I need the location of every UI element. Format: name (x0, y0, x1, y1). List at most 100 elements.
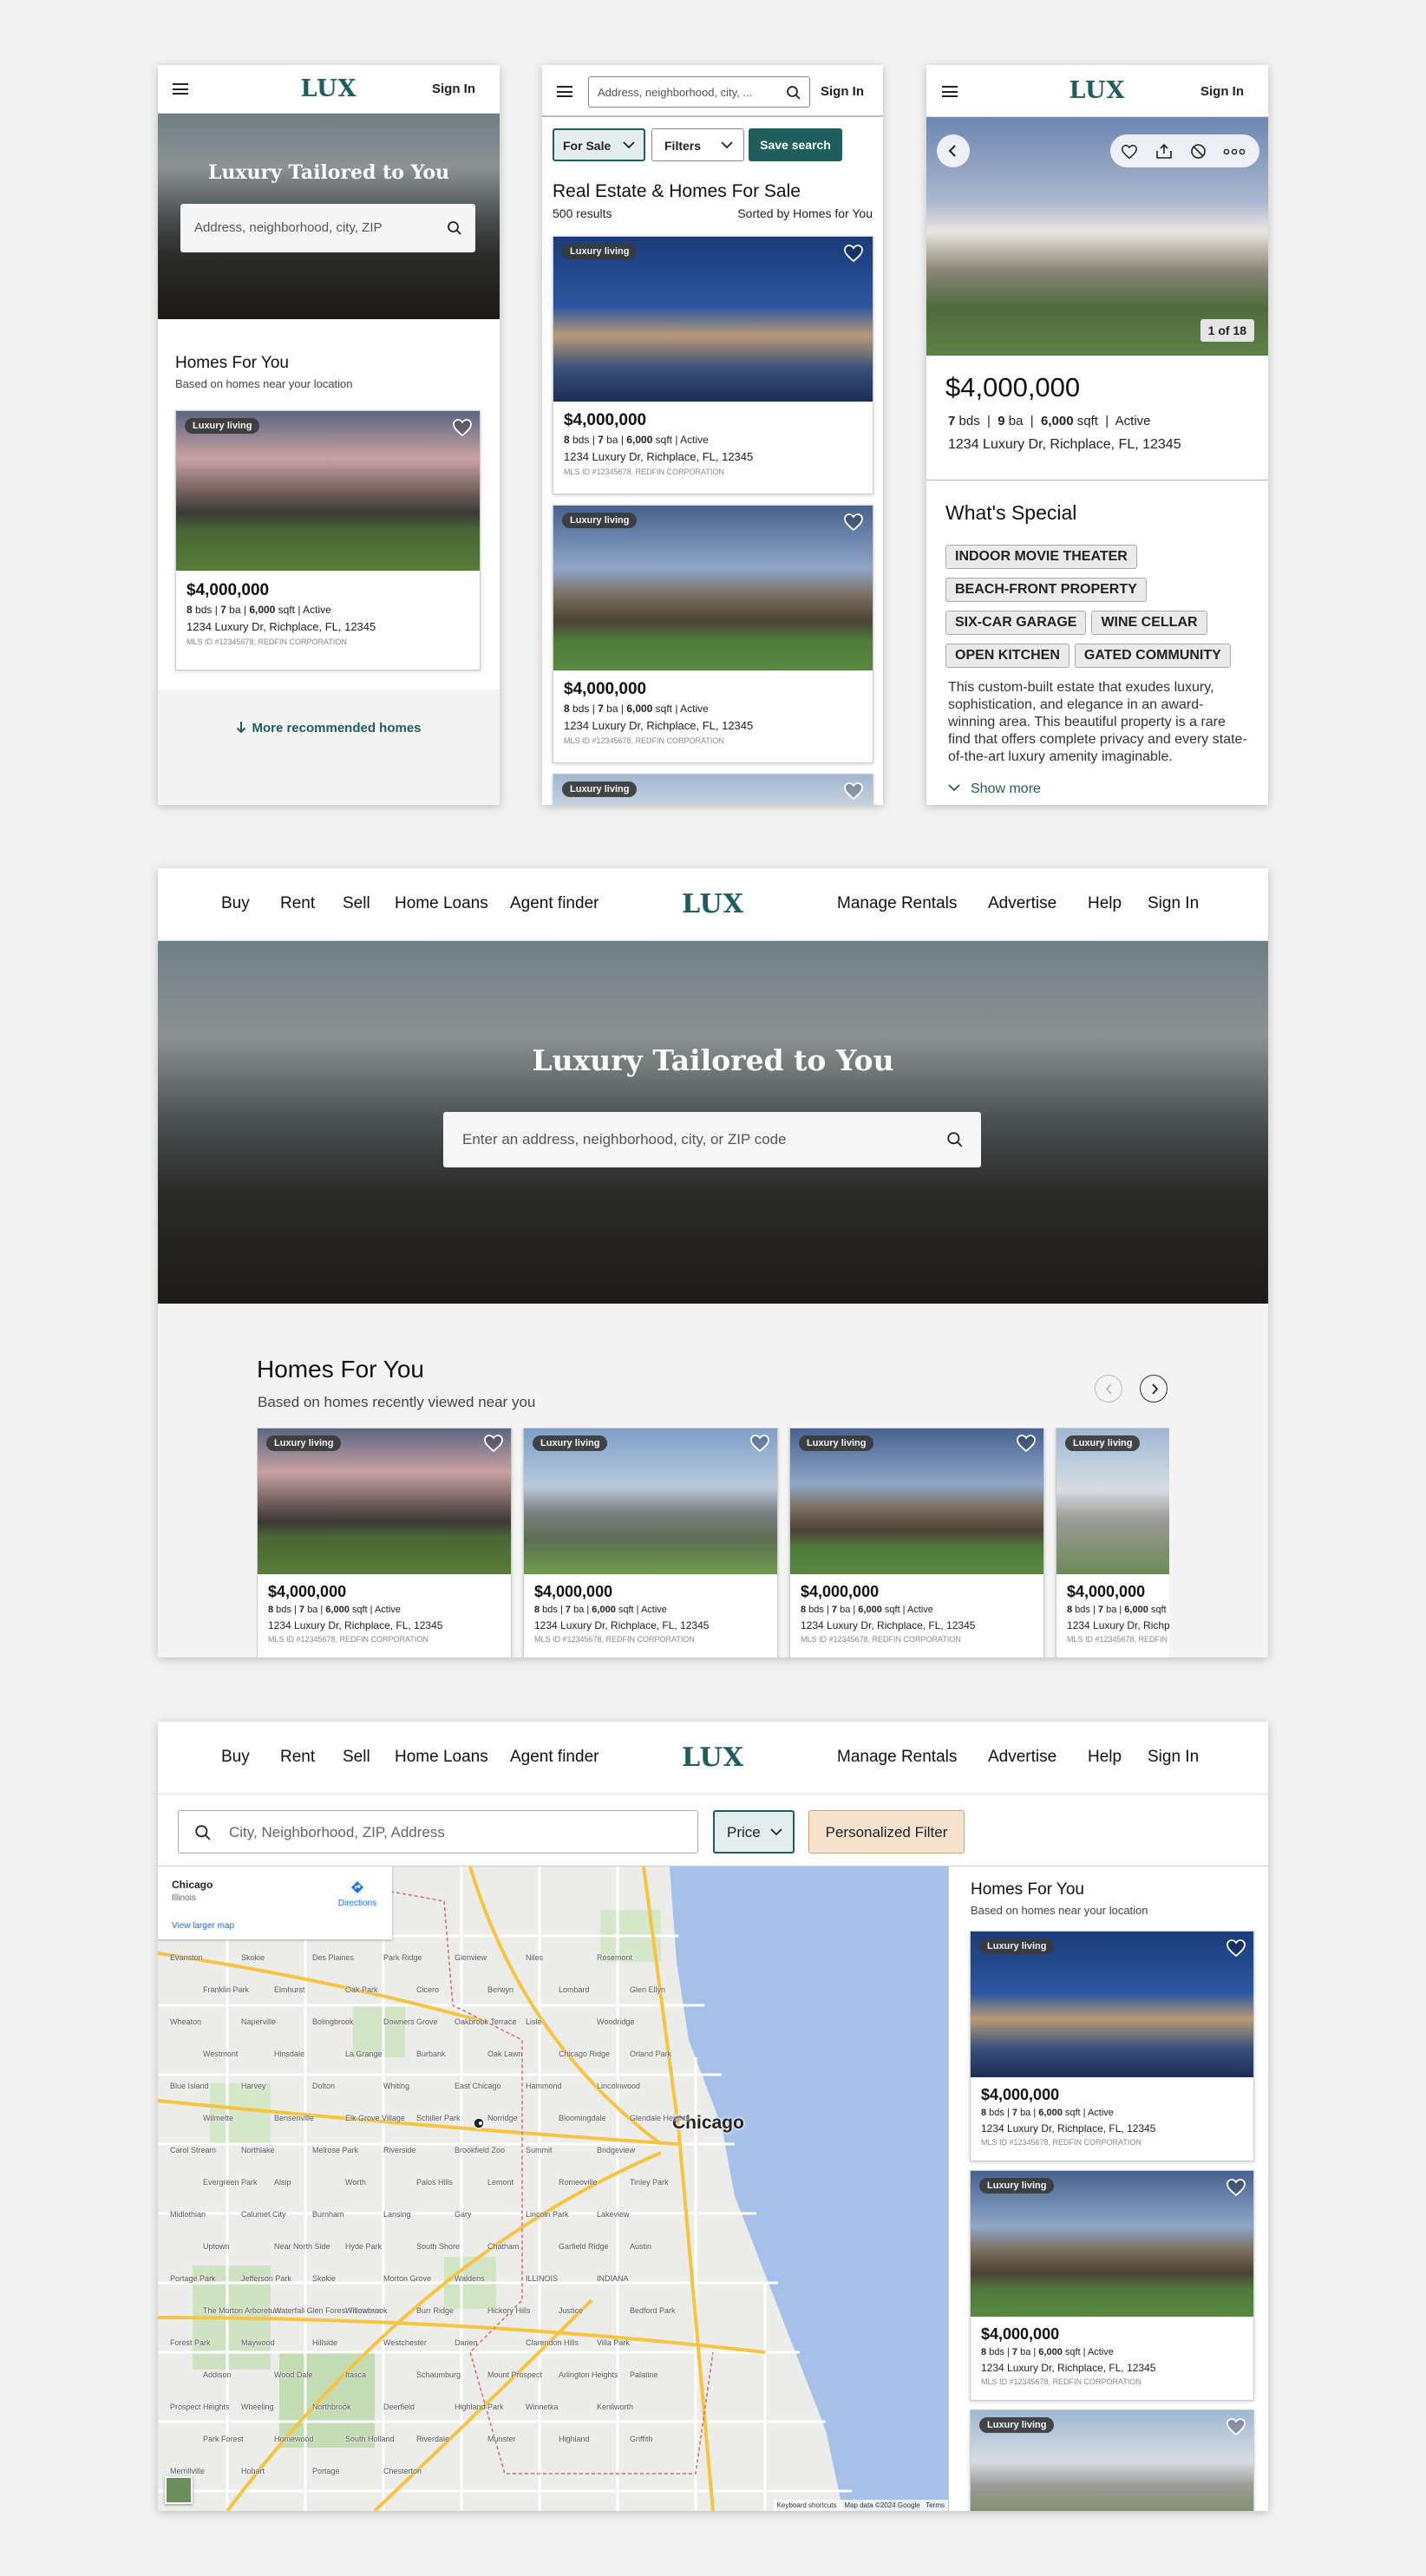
favorite-heart-icon[interactable] (1226, 2178, 1246, 2197)
search-icon[interactable] (194, 1824, 212, 1841)
favorite-heart-icon[interactable] (452, 418, 473, 437)
listing-specs: 8 bds | 7 ba | 6,000 sqft | Active (534, 1605, 667, 1615)
map-place-label: Blue Island (170, 2082, 209, 2090)
for-sale-dropdown[interactable]: For Sale (553, 128, 645, 161)
nav-sign-in[interactable]: Sign In (1148, 894, 1199, 913)
listing-card[interactable]: Luxury living $4,000,000 8 bds | 7 ba | … (553, 505, 873, 763)
nav-advertise[interactable]: Advertise (988, 894, 1056, 913)
mobile-search-header: Address, neighborhood, city, ... Sign In (542, 65, 883, 117)
filters-dropdown[interactable]: Filters (651, 128, 744, 161)
favorite-heart-icon[interactable] (843, 513, 864, 532)
gallery-photo[interactable]: 1 of 18 (926, 117, 1268, 356)
map-place-label: Brookfield Zoo (455, 2146, 506, 2154)
map-place-label: Highland (559, 2435, 590, 2443)
directions-button[interactable]: Directions (337, 1880, 378, 1908)
listing-address: 1234 Luxury Dr, Richplace, FL, 12345 (1067, 1619, 1169, 1631)
hero-search-box[interactable]: Enter an address, neighborhood, city, or… (443, 1112, 981, 1167)
detail-address: 1234 Luxury Dr, Richplace, FL, 12345 (948, 437, 1181, 452)
map-place-label: Lincolnwood (597, 2082, 641, 2090)
map-place-label: Melrose Park (312, 2146, 359, 2154)
hide-icon[interactable] (1190, 143, 1207, 160)
hero-search-box[interactable]: Address, neighborhood, city, ZIP (180, 204, 475, 252)
satellite-toggle[interactable] (165, 2476, 193, 2504)
search-input[interactable]: Enter an address, neighborhood, city, or… (462, 1131, 787, 1148)
listing-address: 1234 Luxury Dr, Richplace, FL, 12345 (981, 2362, 1156, 2374)
map-place-label: Merrillville (170, 2467, 205, 2475)
nav-help[interactable]: Help (1088, 1748, 1122, 1767)
search-input[interactable]: Address, neighborhood, city, ... (598, 86, 752, 99)
map-place-label: Niles (526, 1953, 544, 1962)
map-canvas[interactable] (158, 1867, 948, 2511)
listing-specs: 8 bds | 7 ba | 6,000 sqft | Active (981, 2347, 1114, 2357)
search-input[interactable]: Address, neighborhood, city, ZIP (194, 220, 383, 235)
listing-photo[interactable]: Luxury living (176, 411, 480, 571)
listing-card[interactable]: Luxury living (553, 774, 873, 805)
listing-photo[interactable]: Luxury living (524, 1429, 777, 1574)
save-search-button[interactable]: Save search (749, 128, 842, 161)
listing-photo[interactable]: Luxury living (1056, 1429, 1169, 1574)
nav-manage-rentals[interactable]: Manage Rentals (837, 894, 957, 913)
search-icon[interactable] (946, 1131, 964, 1148)
map-place-label: Mount Prospect (487, 2370, 543, 2379)
sign-in-link[interactable]: Sign In (432, 82, 475, 96)
listing-photo[interactable]: Luxury living (790, 1429, 1043, 1574)
map-place-label: Winnetka (526, 2403, 559, 2411)
carousel-next-button[interactable] (1140, 1375, 1168, 1402)
price-dropdown[interactable]: Price (713, 1810, 795, 1854)
listing-photo[interactable]: Luxury living (971, 1932, 1253, 2077)
sign-in-link[interactable]: Sign In (1200, 84, 1244, 99)
listing-photo[interactable]: Luxury living (553, 506, 873, 670)
favorite-heart-icon[interactable] (483, 1434, 504, 1453)
listing-card[interactable]: Luxury living $4,000,000 8 bds | 7 ba | … (970, 1931, 1254, 2161)
map-search-box[interactable]: City, Neighborhood, ZIP, Address (178, 1810, 698, 1854)
nav-help[interactable]: Help (1088, 894, 1122, 913)
listing-card[interactable]: Luxury living $4,000,000 8 bds | 7 ba | 6,… (523, 1428, 778, 1657)
map-place-label: Berwyn (487, 1985, 514, 1994)
listing-card[interactable]: Luxury living $4,000,000 8 bds | 7 ba | 6,… (257, 1428, 512, 1657)
more-icon[interactable] (1223, 148, 1246, 155)
search-icon[interactable] (447, 220, 462, 236)
favorite-heart-icon[interactable] (1016, 1434, 1037, 1453)
listing-photo[interactable]: Luxury living (258, 1429, 511, 1574)
listing-card[interactable]: Luxury living $4,000,000 8 bds | 7 ba | … (175, 410, 481, 670)
map-view[interactable]: Chicago Illinois View larger map Directi… (158, 1867, 948, 2511)
more-homes-link[interactable]: More recommended homes (158, 721, 500, 736)
listing-photo[interactable]: Luxury living (971, 2171, 1253, 2317)
keyboard-shortcuts-link[interactable]: Keyboard shortcuts (777, 2501, 837, 2509)
luxury-tag: Luxury living (1065, 1435, 1141, 1451)
favorite-heart-icon[interactable] (1226, 2417, 1246, 2436)
heart-icon[interactable] (1121, 144, 1138, 160)
map-place-label: Arlington Heights (559, 2370, 618, 2379)
map-place-label: Bridgeview (597, 2146, 636, 2154)
search-box[interactable]: Address, neighborhood, city, ... (588, 76, 810, 108)
favorite-heart-icon[interactable] (843, 244, 864, 263)
show-more-link[interactable]: Show more (948, 781, 1041, 797)
favorite-heart-icon[interactable] (843, 781, 864, 801)
listing-photo[interactable]: Luxury living (553, 775, 873, 805)
detail-specs: 7 bds | 9 ba | 6,000 sqft | Active (948, 414, 1151, 428)
back-button[interactable] (937, 134, 970, 167)
sign-in-link[interactable]: Sign In (821, 84, 864, 99)
nav-advertise[interactable]: Advertise (988, 1748, 1056, 1767)
listing-photo[interactable]: Luxury living (971, 2410, 1253, 2511)
terms-link[interactable]: Terms (926, 2501, 945, 2509)
nav-sign-in[interactable]: Sign In (1148, 1748, 1199, 1767)
listing-card[interactable]: Luxury living $4,000,000 8 bds | 7 ba | 6,… (1056, 1428, 1169, 1657)
listing-photo[interactable]: Luxury living (553, 237, 873, 402)
listing-card[interactable]: Luxury living $4,000,000 8 bds | 7 ba | 6,… (789, 1428, 1044, 1657)
menu-icon[interactable] (557, 86, 572, 97)
view-larger-map-link[interactable]: View larger map (172, 1921, 234, 1931)
favorite-heart-icon[interactable] (749, 1434, 770, 1453)
personalized-filter-button[interactable]: Personalized Filter (808, 1810, 965, 1854)
search-input[interactable]: City, Neighborhood, ZIP, Address (229, 1824, 445, 1841)
carousel-prev-button[interactable] (1095, 1375, 1122, 1402)
listing-card[interactable]: Luxury living $4,000,000 8 bds | 7 ba | … (970, 2170, 1254, 2401)
listing-specs: 8 bds | 7 ba | 6,000 sqft | Active (801, 1605, 933, 1615)
share-icon[interactable] (1155, 143, 1173, 160)
listing-card[interactable]: Luxury living $4,000,000 8 bds | 7 ba | … (553, 236, 873, 494)
listing-card[interactable]: Luxury living (970, 2409, 1254, 2511)
sort-label[interactable]: Sorted by Homes for You (737, 206, 873, 220)
search-icon[interactable] (786, 85, 801, 101)
favorite-heart-icon[interactable] (1226, 1939, 1246, 1958)
nav-manage-rentals[interactable]: Manage Rentals (837, 1748, 957, 1767)
